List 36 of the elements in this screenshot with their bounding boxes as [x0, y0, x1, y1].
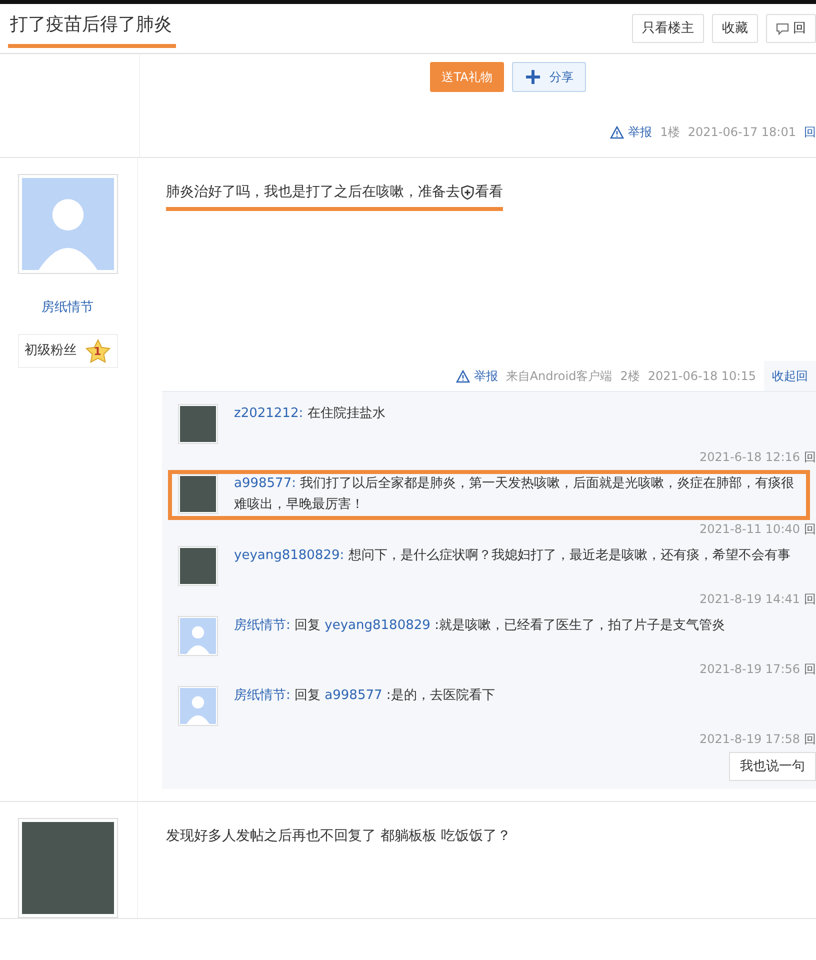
comment-text: 房纸情节: 回复 a998577 :是的，去医院看下 [234, 686, 496, 705]
reply-link[interactable]: 回 [804, 123, 816, 141]
floor-number: 1楼 [660, 124, 680, 141]
report-link[interactable]: 举报 [456, 367, 498, 385]
say-something-button[interactable]: 我也说一句 [729, 752, 816, 782]
comment-time: 2021-6-18 12:16 [700, 449, 800, 466]
share-button[interactable]: 分享 [512, 62, 586, 92]
post-time: 2021-06-18 10:15 [648, 368, 756, 385]
floor-number: 2楼 [620, 368, 640, 385]
username[interactable]: 房纸情节 [42, 298, 94, 318]
post-source: 来自Android客户端 [506, 368, 612, 385]
reply-link[interactable]: 回 [804, 520, 816, 538]
comment-text: z2021212: 在住院挂盐水 [234, 405, 386, 423]
reply-link[interactable]: 回 [804, 730, 816, 748]
thread-title: 打了疫苗后得了肺炎 [8, 9, 176, 48]
level-star-icon: 1 [84, 338, 110, 362]
reply-button[interactable]: 回 [766, 14, 816, 44]
comment-time: 2021-8-11 10:40 [700, 520, 800, 538]
collapse-replies-tab[interactable]: 收起回 [764, 361, 816, 391]
comment-text: yeyang8180829: 想问下，是什么症状啊？我媳妇打了，最近老是咳嗽，还有痰，希望不会有事 [234, 546, 792, 565]
comment-time: 2021-8-19 17:58 [700, 730, 800, 748]
report-link[interactable]: 举报 [610, 123, 652, 141]
post-text: 肺炎治好了吗，我也是打了之后在咳嗽，准备去 [166, 183, 460, 202]
reply-link[interactable]: 回 [804, 448, 816, 466]
post-time: 2021-06-17 18:01 [688, 124, 796, 141]
comment-time: 2021-8-19 17:56 [700, 660, 800, 678]
comment-text: a998577: 我们打了以后全家都是肺炎，第一天发热咳嗽，后面就是光咳嗽，炎症在肺部，有痰很难咳出，早晚最厉害！ [234, 475, 796, 514]
header-button[interactable]: 收藏 [712, 14, 758, 44]
header-button[interactable]: 只看楼主 [632, 14, 704, 44]
post-text: 发现好多人发帖之后再也不回复了 都躺板板 吃饭饭了？ [166, 827, 511, 846]
reply-link[interactable]: 回 [804, 590, 816, 608]
comment-time: 2021-8-19 14:41 [700, 590, 800, 608]
comment-text: 房纸情节: 回复 yeyang8180829 :就是咳嗽，已经看了医生了，拍了片子是支气管炎 [234, 616, 726, 635]
post-text: 看看 [475, 183, 503, 202]
rank-label: 初级粉丝 [24, 342, 76, 360]
reply-link[interactable]: 回 [804, 660, 816, 678]
